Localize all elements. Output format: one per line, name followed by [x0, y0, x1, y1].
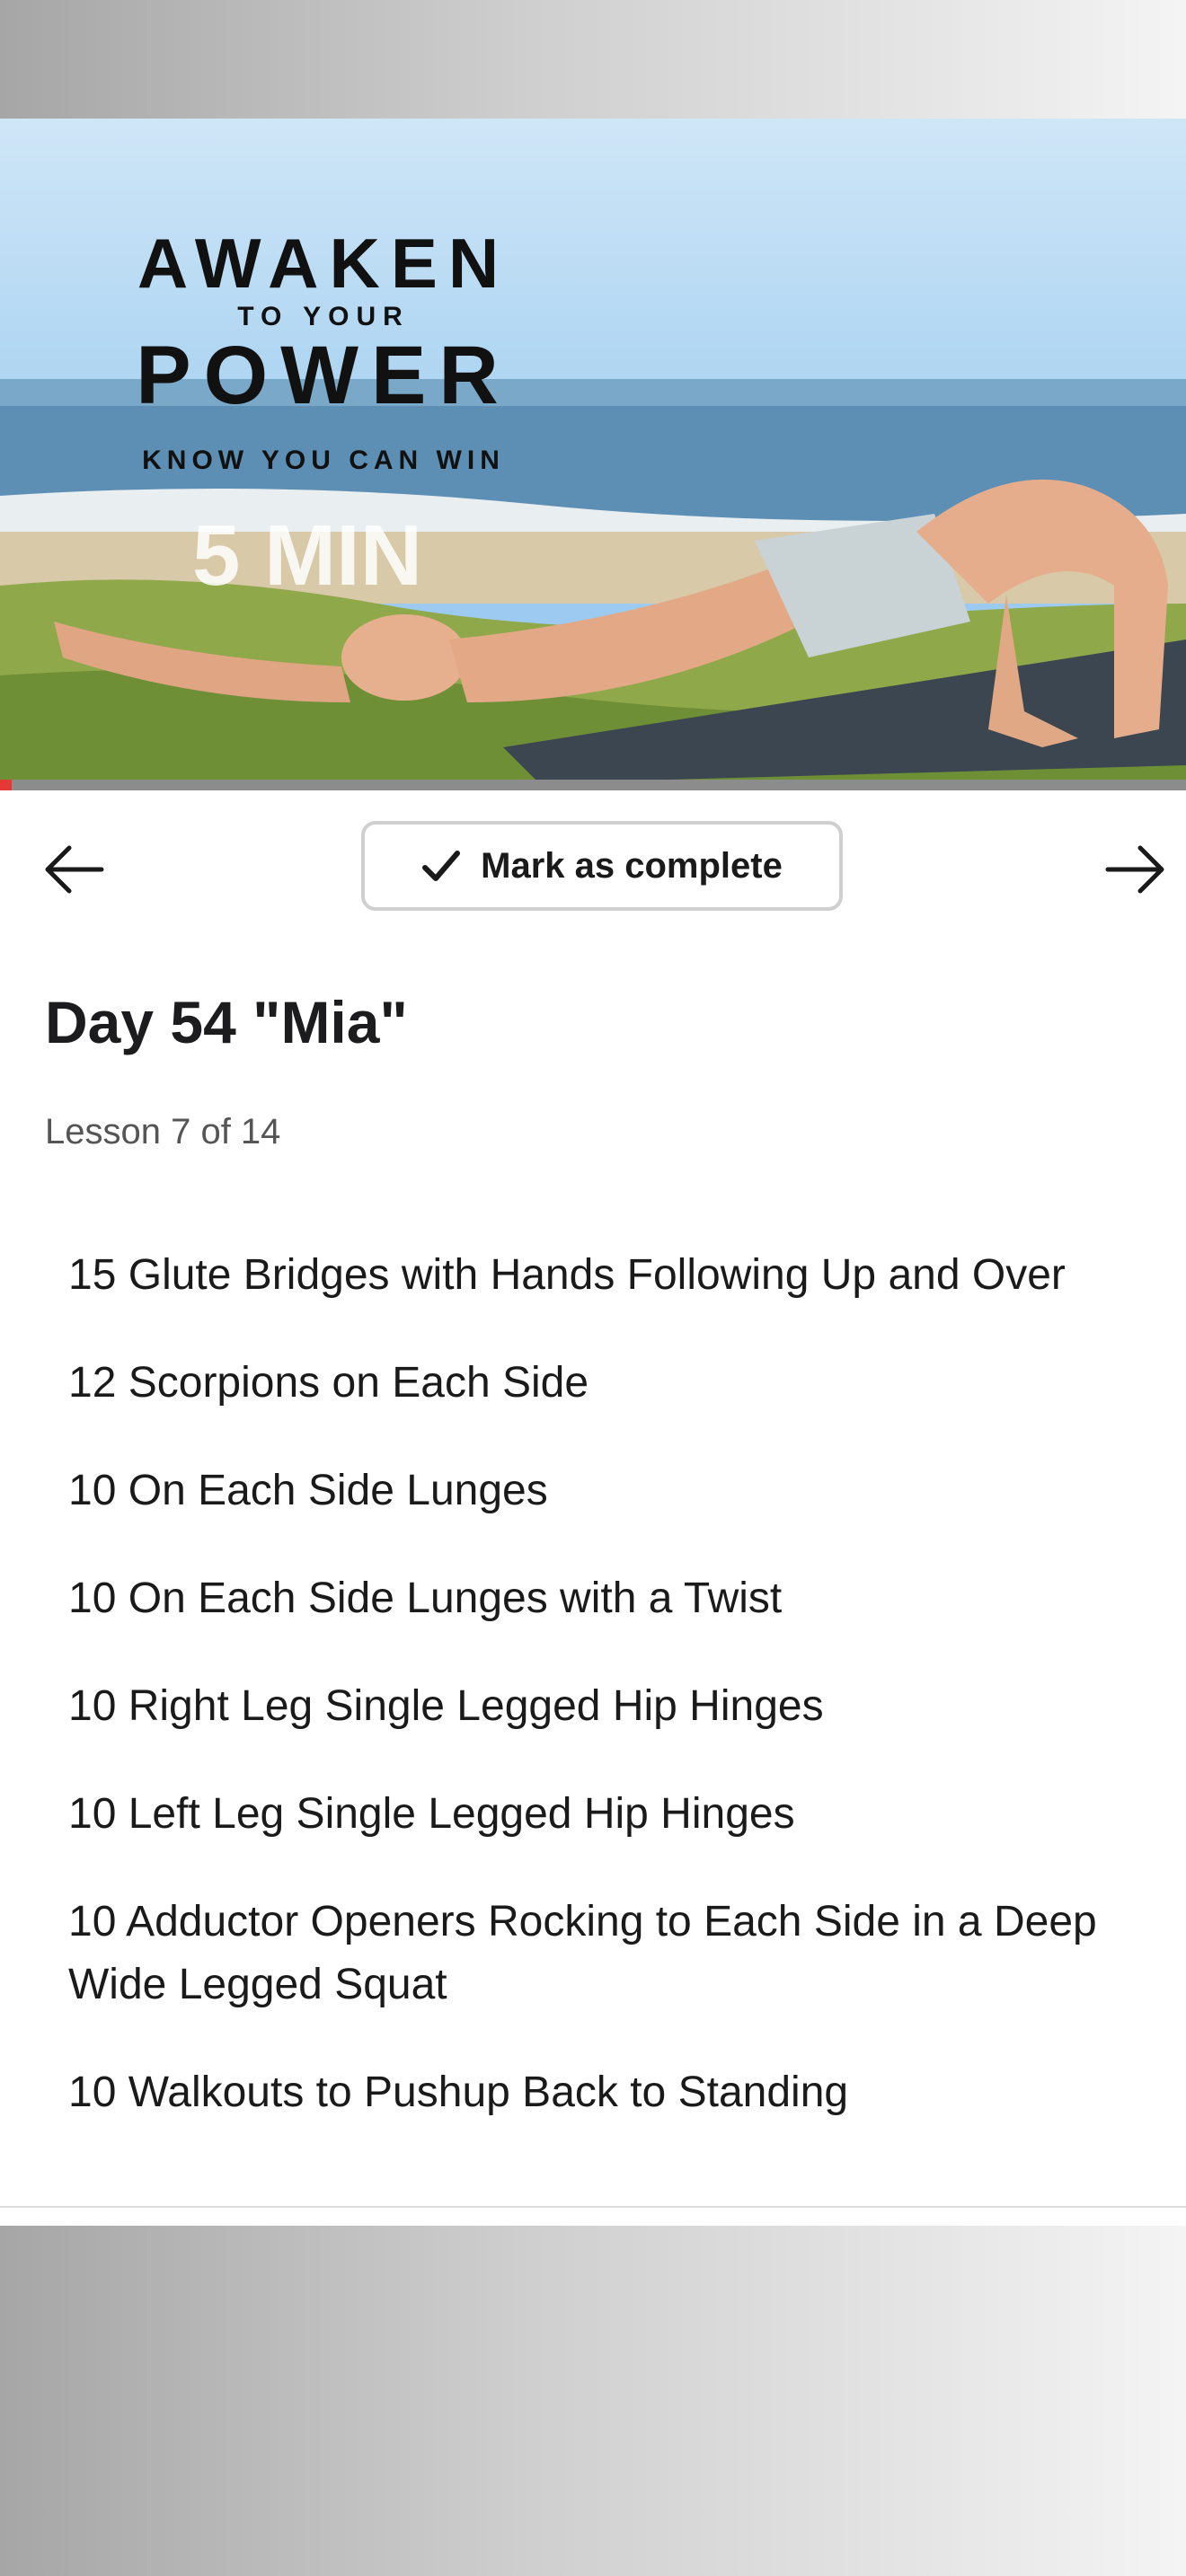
exercise-item: 15 Glute Bridges with Hands Following Up… [68, 1251, 1066, 1299]
exercise-item: 10 On Each Side Lunges with a Twist [68, 1575, 783, 1622]
next-lesson-button[interactable] [1100, 834, 1172, 905]
video-player[interactable]: AWAKEN TO YOUR POWER KNOW YOU CAN WIN 5 … [0, 119, 1186, 783]
mark-complete-label: Mark as complete [481, 845, 783, 886]
video-title-line2: TO YOUR [237, 302, 410, 331]
arrow-left-icon [45, 845, 104, 894]
video-title-line1: AWAKEN [137, 224, 510, 303]
exercise-item: 12 Scorpions on Each Side [68, 1359, 589, 1407]
checkmark-icon [422, 851, 461, 881]
video-title-line3: POWER [136, 330, 511, 421]
video-duration-label: 5 MIN [192, 507, 423, 604]
mark-complete-button[interactable]: Mark as complete [361, 821, 843, 911]
exercise-item: 10 Right Leg Single Legged Hip Hinges [68, 1682, 824, 1730]
exercise-list: 15 Glute Bridges with Hands Following Up… [68, 1244, 1146, 2169]
status-bar-area [0, 0, 1186, 119]
video-progress-fill [0, 780, 13, 790]
exercise-item: 10 Left Leg Single Legged Hip Hinges [68, 1790, 795, 1838]
lesson-progress-text: Lesson 7 of 14 [45, 1112, 281, 1151]
video-progress-bar[interactable] [0, 780, 1186, 790]
previous-lesson-button[interactable] [38, 834, 110, 905]
lesson-title: Day 54 "Mia" [45, 989, 408, 1055]
exercise-item: 10 Walkouts to Pushup Back to Standing [68, 2069, 849, 2116]
video-title-overlay: AWAKEN TO YOUR POWER KNOW YOU CAN WIN [90, 225, 557, 476]
content-divider [0, 2206, 1186, 2208]
exercise-item: 10 Adductor Openers Rocking to Each Side… [68, 1898, 1097, 2008]
arrow-right-icon [1105, 845, 1164, 894]
video-tagline: KNOW YOU CAN WIN [142, 446, 505, 475]
exercise-item: 10 On Each Side Lunges [68, 1467, 548, 1514]
bottom-overlay-area [0, 2226, 1186, 2576]
